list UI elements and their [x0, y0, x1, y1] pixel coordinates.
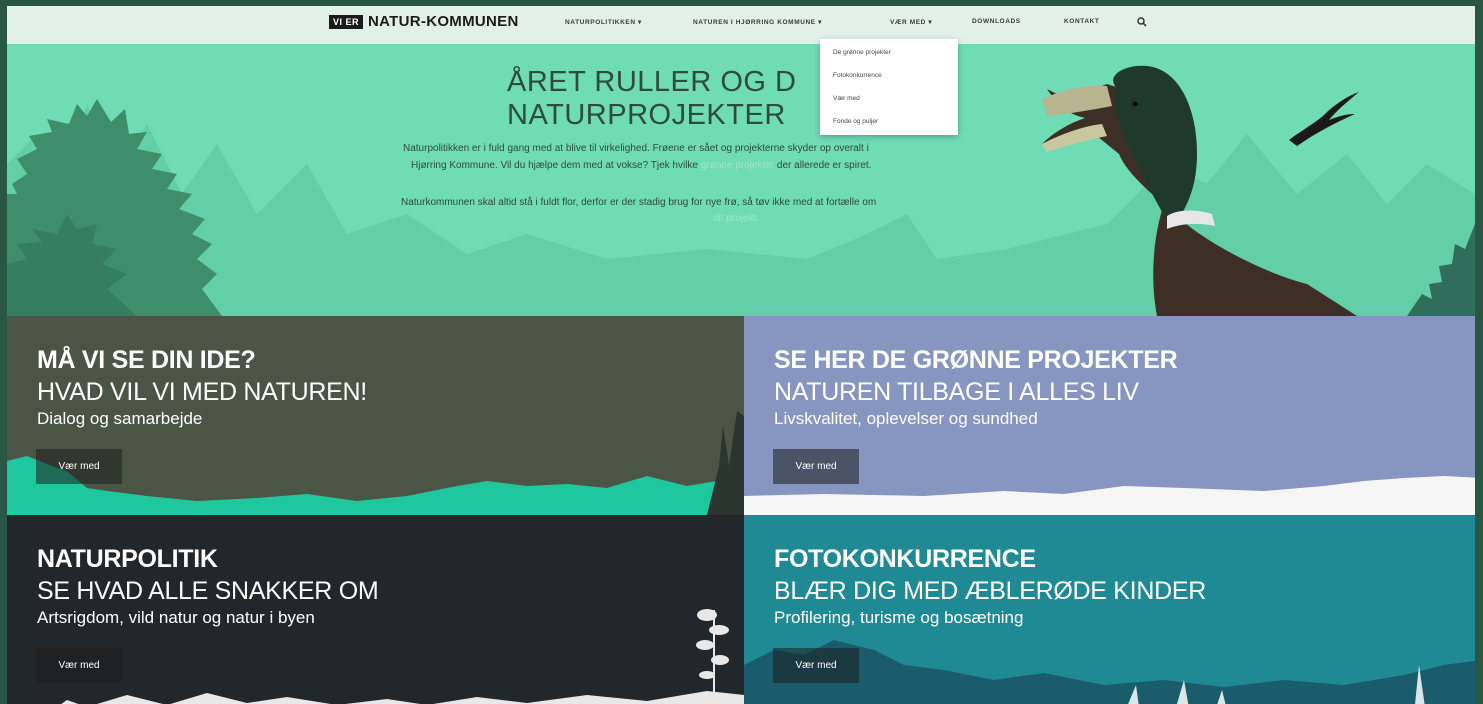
- dropdown-item-fonde-og-puljer[interactable]: Fonde og puljer: [833, 118, 878, 125]
- logo-badge: VI ER: [329, 14, 364, 29]
- dropdown-item-vaer-med[interactable]: Vær med: [833, 95, 860, 102]
- panel-groenne-projekter: SE HER DE GRØNNE PROJEKTER NATUREN TILBA…: [744, 316, 1475, 515]
- panel-fotokonkurrence-heading: FOTOKONKURRENCE: [774, 545, 1036, 573]
- panel-groenne-heading: SE HER DE GRØNNE PROJEKTER: [774, 346, 1178, 374]
- logo-text: NATUR-KOMMUNEN: [368, 13, 519, 30]
- page-frame: VI ER NATUR-KOMMUNEN NATURPOLITIKKEN ▾ N…: [7, 6, 1475, 704]
- dropdown-item-groenne-projekter[interactable]: De grønne projekter: [833, 49, 891, 56]
- nav-item-naturen-i-hjorring[interactable]: NATUREN I HJØRRING KOMMUNE ▾: [693, 18, 822, 26]
- panel-fotokonkurrence-subheading: BLÆR DIG MED ÆBLERØDE KINDER: [774, 577, 1206, 605]
- bird-silhouette: [1289, 92, 1359, 146]
- panel-naturpolitik-subheading: SE HVAD ALLE SNAKKER OM: [37, 577, 379, 605]
- panel-ide-tagline: Dialog og samarbejde: [37, 409, 203, 428]
- nav-item-downloads[interactable]: DOWNLOADS: [972, 18, 1021, 25]
- top-navbar: VI ER NATUR-KOMMUNEN NATURPOLITIKKEN ▾ N…: [7, 6, 1475, 44]
- nav-item-naturpolitikken[interactable]: NATURPOLITIKKEN ▾: [565, 18, 642, 26]
- nav-item-vaer-med[interactable]: VÆR MED ▾: [890, 18, 932, 26]
- panel-fotokonkurrence: FOTOKONKURRENCE BLÆR DIG MED ÆBLERØDE KI…: [744, 515, 1475, 704]
- groenne-projekter-link[interactable]: grønne projekter: [701, 160, 774, 171]
- hero-paragraph-2-line1: Naturkommunen skal altid stå i fuldt flo…: [401, 197, 877, 208]
- nav-item-kontakt[interactable]: KONTAKT: [1064, 18, 1100, 25]
- panel-fotokonkurrence-tagline: Profilering, turisme og bosætning: [774, 608, 1024, 627]
- vaer-med-button[interactable]: Vær med: [36, 449, 122, 484]
- site-logo[interactable]: VI ER NATUR-KOMMUNEN: [329, 13, 519, 30]
- vaer-med-button[interactable]: Vær med: [36, 648, 122, 683]
- plant-silhouette: [696, 609, 729, 704]
- panel-groenne-tagline: Livskvalitet, oplevelser og sundhed: [774, 409, 1038, 428]
- hero-text: der allerede er spiret.: [776, 160, 872, 171]
- vaer-med-button[interactable]: Vær med: [773, 648, 859, 683]
- panel-naturpolitik-tagline: Artsrigdom, vild natur og natur i byen: [37, 608, 315, 627]
- panel-groenne-subheading: NATUREN TILBAGE I ALLES LIV: [774, 378, 1139, 406]
- search-icon[interactable]: [1136, 15, 1148, 29]
- vaer-med-button[interactable]: Vær med: [773, 449, 859, 484]
- panel-ide-heading: MÅ VI SE DIN IDE?: [37, 346, 256, 374]
- panel-ide-subheading: HVAD VIL VI MED NATUREN!: [37, 378, 367, 406]
- hero-section: ÅRET RULLER OG D NATURPROJEKTER Naturpol…: [7, 44, 1475, 316]
- panel-ide: MÅ VI SE DIN IDE? HVAD VIL VI MED NATURE…: [7, 316, 744, 515]
- hero-text: Hjørring Kommune. Vil du hjælpe dem med …: [411, 160, 698, 171]
- hero-paragraph-1-line2: Hjørring Kommune. Vil du hjælpe dem med …: [411, 160, 871, 171]
- hero-paragraph-1-line1: Naturpolitikken er i fuld gang med at bl…: [403, 143, 869, 154]
- panel-naturpolitik: NATURPOLITIK SE HVAD ALLE SNAKKER OM Art…: [7, 515, 744, 704]
- dit-projekt-link[interactable]: dit projekt.: [713, 213, 759, 224]
- dropdown-item-fotokonkurrence[interactable]: Fotokonkurrence: [833, 72, 882, 79]
- vaer-med-dropdown: De grønne projekter Fotokonkurrence Vær …: [820, 39, 958, 135]
- panel-naturpolitik-heading: NATURPOLITIK: [37, 545, 218, 573]
